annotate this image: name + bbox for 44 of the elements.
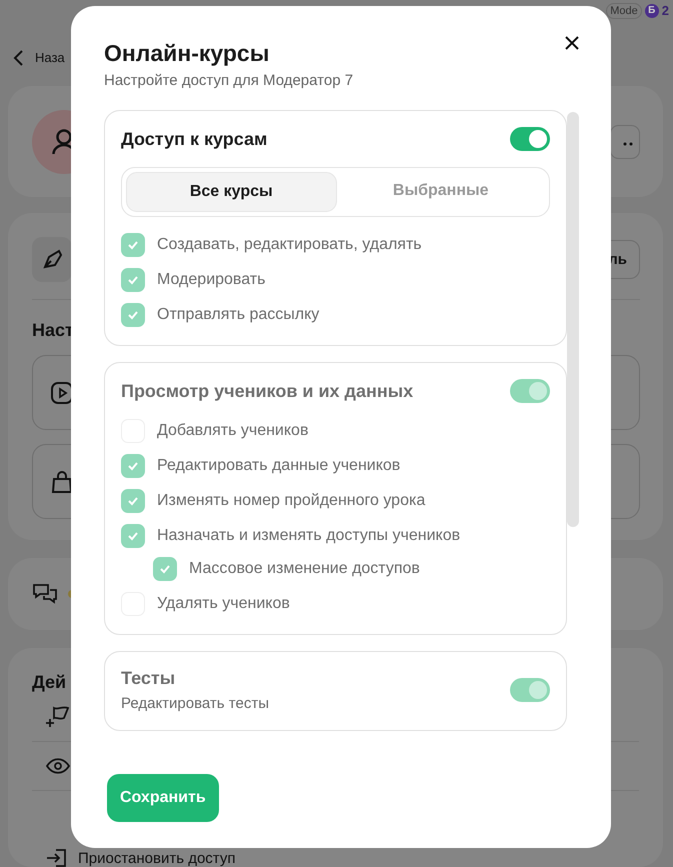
currency-icon: Б [644,4,659,18]
section-title: Доступ к курсам [121,128,268,150]
bag-icon [51,470,73,494]
checkbox-label: Изменять номер пройденного урока [157,492,426,510]
modal-title: Онлайн-курсы [104,40,270,67]
modal-subtitle: Настройте доступ для Модератор 7 [104,72,354,89]
section-title: Тесты [121,668,176,689]
section-title: Просмотр учеников и их данных [121,380,414,402]
checkbox[interactable] [121,233,145,257]
check-icon [127,240,139,250]
checkbox[interactable] [121,303,145,327]
check-icon [127,531,139,541]
suspend-access-action[interactable]: Приостановить доступ [78,850,236,866]
check-icon [127,275,139,285]
checkbox-label: Модерировать [157,271,266,289]
exit-icon[interactable] [46,849,66,867]
check-icon [127,461,139,471]
checkbox[interactable] [121,268,145,292]
segment-tab[interactable]: Все курсы [126,172,336,212]
flag-plus-icon[interactable] [46,705,70,730]
save-button[interactable]: Сохранить [107,774,219,822]
check-icon [159,564,171,574]
check-icon [127,496,139,506]
checkbox-label: Добавлять учеников [157,422,308,440]
eye-icon[interactable] [46,758,70,774]
chat-icon [32,582,58,606]
close-icon[interactable] [564,35,580,51]
section-heading: Наст [32,320,74,342]
section-heading: Дей [32,672,66,694]
toggle-switch[interactable] [510,127,550,151]
play-icon [51,382,73,404]
checkbox-label: Редактировать данные учеников [157,457,400,475]
checkbox-label: Создавать, редактировать, удалять [157,236,422,254]
section-subtitle: Редактировать тесты [121,695,269,712]
checkbox-label: Массовое изменение доступов [189,560,420,578]
segment-tab[interactable]: Выбранные [336,172,545,212]
checkbox-label: Отправлять рассылку [157,306,320,324]
check-icon [127,310,139,320]
balance-count: 2 [662,3,669,18]
pen-icon[interactable] [32,237,72,282]
checkbox-label: Удалять учеников [157,595,290,613]
checkbox-label: Назначать и изменять доступы учеников [157,527,460,545]
back-link[interactable]: Наза [35,50,65,66]
scrollbar-thumb[interactable] [567,112,579,527]
